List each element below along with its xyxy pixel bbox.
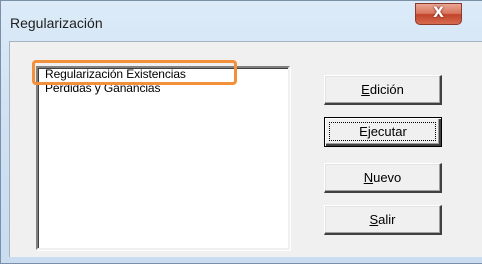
ejecutar-button[interactable]: Ejecutar [324,117,442,147]
edicion-button[interactable]: Edición [324,75,442,105]
title-bar[interactable]: Regularización X [1,1,482,31]
nuevo-button[interactable]: Nuevo [324,163,442,193]
focus-rectangle [329,122,436,141]
close-icon: X [433,5,444,21]
edicion-label: dición [369,82,404,97]
nuevo-label: uevo [373,170,402,185]
salir-mnemonic: S [369,212,379,227]
close-button[interactable]: X [415,3,462,25]
edicion-mnemonic: E [361,82,370,97]
salir-button[interactable]: Salir [324,205,442,235]
salir-label: alir [378,212,396,227]
window-title: Regularización [10,15,103,31]
selection-highlight [32,60,237,85]
nuevo-mnemonic: N [363,170,374,185]
